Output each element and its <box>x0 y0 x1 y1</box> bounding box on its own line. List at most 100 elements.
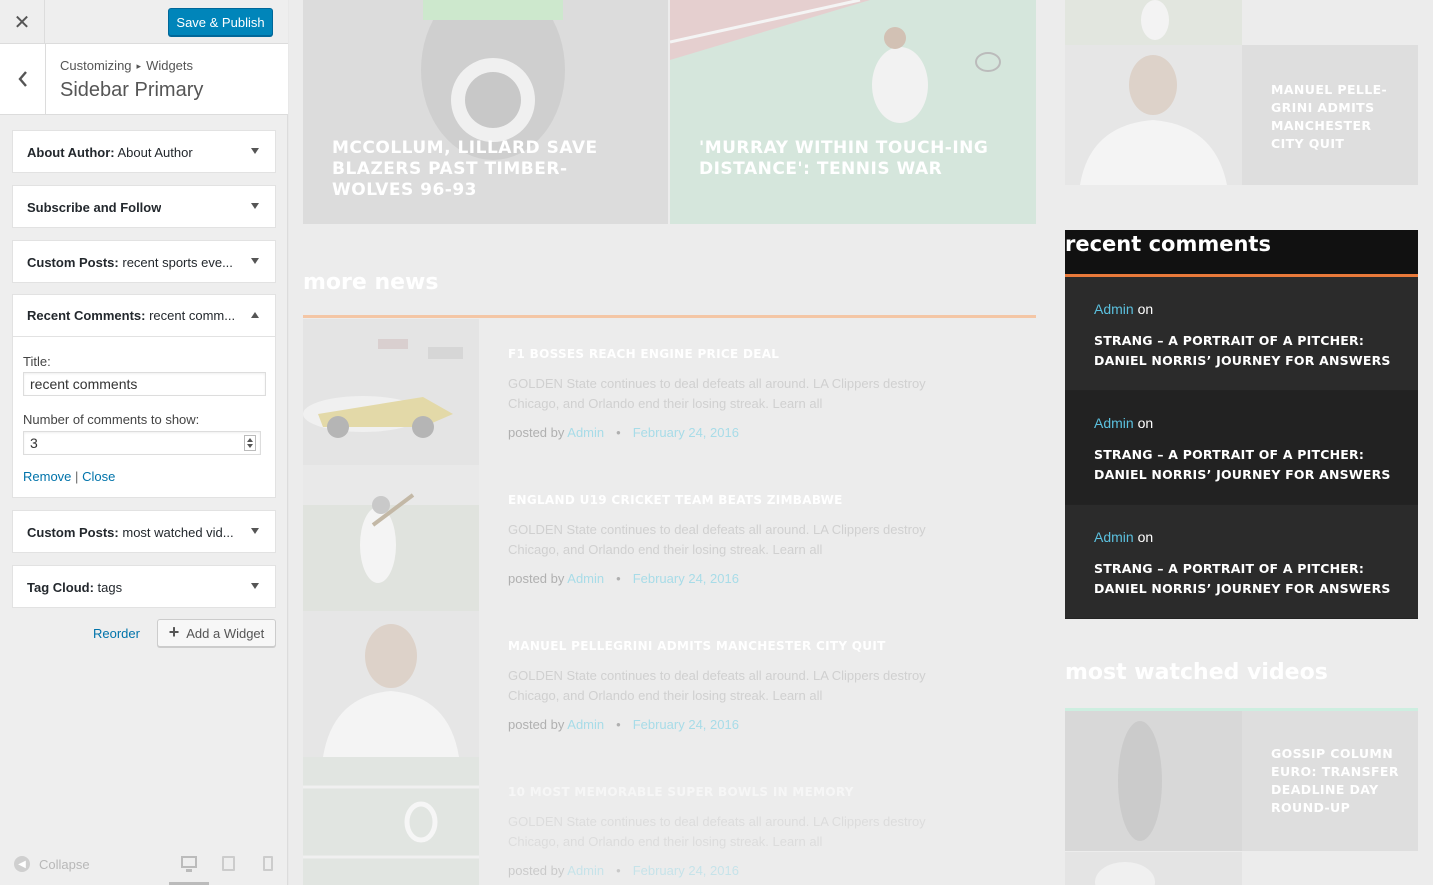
reorder-link[interactable]: Reorder <box>93 626 140 641</box>
customizer-header: ✕ Save & Publish <box>0 0 288 44</box>
meta-dot: • <box>616 717 621 732</box>
video-thumbnail <box>1065 711 1242 851</box>
comment-post-link[interactable]: STRANG – A PORTRAIT OF A PITCHER: DANIEL… <box>1094 445 1404 485</box>
news-title[interactable]: MANUEL PELLEGRINI ADMITS MANCHESTER CITY… <box>508 639 886 653</box>
expand-arrow-icon[interactable] <box>251 203 259 209</box>
meta-dot: • <box>616 571 621 586</box>
comment-on-label: on <box>1137 529 1154 545</box>
breadcrumb-separator-icon: ▸ <box>136 61 142 71</box>
expand-arrow-icon[interactable] <box>251 583 259 589</box>
video-thumbnail-partial[interactable] <box>1065 852 1242 885</box>
widget-subscribe-follow[interactable]: Subscribe and Follow <box>12 185 276 228</box>
comment-item: Admin on STRANG – A PORTRAIT OF A PITCHE… <box>1065 391 1418 504</box>
comment-on-label: on <box>1137 415 1154 431</box>
author-link[interactable]: Admin <box>567 571 604 586</box>
expand-arrow-icon[interactable] <box>251 528 259 534</box>
author-link[interactable]: Admin <box>567 863 604 878</box>
side-post-title[interactable]: MANUEL PELLE-GRINI ADMITS MANCHESTER CIT… <box>1271 81 1401 153</box>
save-publish-button[interactable]: Save & Publish <box>168 8 273 36</box>
close-icon: ✕ <box>13 11 31 34</box>
close-link[interactable]: Close <box>82 469 115 484</box>
side-post-image-partial[interactable] <box>1065 0 1242 45</box>
date-link[interactable]: February 24, 2016 <box>633 863 739 878</box>
date-link[interactable]: February 24, 2016 <box>633 425 739 440</box>
widget-custom-posts-recent[interactable]: Custom Posts: recent sports eve... <box>12 240 276 283</box>
desktop-preview-icon[interactable] <box>181 856 197 872</box>
comment-item: Admin on STRANG – A PORTRAIT OF A PITCHE… <box>1065 505 1418 618</box>
widget-custom-posts-videos[interactable]: Custom Posts: most watched vid... <box>12 510 276 553</box>
breadcrumb: Customizing ▸ Widgets <box>60 58 193 73</box>
widget-recent-comments-header[interactable]: Recent Comments: recent comm... <box>13 295 275 337</box>
comment-on-label: on <box>1137 301 1154 317</box>
posted-by-label: posted by <box>508 425 565 440</box>
mobile-preview-icon[interactable] <box>263 856 273 871</box>
comment-count-label: Number of comments to show: <box>23 412 200 427</box>
widget-type: Subscribe and Follow <box>27 199 162 215</box>
news-meta: posted by Admin • February 24, 2016 <box>508 425 739 440</box>
meta-dot: • <box>616 863 621 878</box>
news-item[interactable]: F1 BOSSES REACH ENGINE PRICE DEAL GOLDEN… <box>303 319 1036 465</box>
widget-name: recent sports eve... <box>122 254 233 270</box>
news-thumbnail[interactable] <box>303 465 479 611</box>
featured-post[interactable]: 'MURRAY WITHIN TOUCH-ING DISTANCE': TENN… <box>670 0 1036 224</box>
featured-post[interactable]: MCCOLLUM, LILLARD SAVE BLAZERS PAST TIMB… <box>303 0 668 224</box>
collapse-arrow-icon[interactable] <box>251 312 259 318</box>
chevron-left-icon <box>17 71 27 87</box>
site-preview: MCCOLLUM, LILLARD SAVE BLAZERS PAST TIMB… <box>289 0 1433 885</box>
section-header: Customizing ▸ Widgets Sidebar Primary <box>0 44 288 115</box>
collapse-button[interactable]: ◀ Collapse <box>14 856 90 872</box>
meta-dot: • <box>616 425 621 440</box>
add-widget-button[interactable]: + Add a Widget <box>157 619 276 647</box>
comment-author-link[interactable]: Admin <box>1094 529 1134 545</box>
widget-name: tags <box>97 579 123 595</box>
tablet-preview-icon[interactable] <box>222 856 235 871</box>
recent-comments-widget: recent comments Admin on STRANG – A PORT… <box>1065 230 1418 619</box>
news-item[interactable]: MANUEL PELLEGRINI ADMITS MANCHESTER CITY… <box>303 611 1036 757</box>
comment-author-link[interactable]: Admin <box>1094 415 1134 431</box>
widget-about-author[interactable]: About Author: About Author <box>12 130 276 173</box>
author-link[interactable]: Admin <box>567 717 604 732</box>
comment-post-link[interactable]: STRANG – A PORTRAIT OF A PITCHER: DANIEL… <box>1094 331 1404 371</box>
news-title[interactable]: F1 BOSSES REACH ENGINE PRICE DEAL <box>508 347 779 361</box>
comment-post-link[interactable]: STRANG – A PORTRAIT OF A PITCHER: DANIEL… <box>1094 559 1404 599</box>
comment-author-link[interactable]: Admin <box>1094 301 1134 317</box>
title-input[interactable]: recent comments <box>23 372 266 396</box>
video-post-title[interactable]: GOSSIP COLUMN EURO: TRANSFER DEADLINE DA… <box>1271 745 1406 817</box>
widget-name: About Author <box>117 144 193 160</box>
remove-link[interactable]: Remove <box>23 469 71 484</box>
comment-count-input[interactable]: 3 <box>23 431 261 455</box>
news-meta: posted by Admin • February 24, 2016 <box>508 571 739 586</box>
date-link[interactable]: February 24, 2016 <box>633 717 739 732</box>
featured-post-title[interactable]: 'MURRAY WITHIN TOUCH-ING DISTANCE': TENN… <box>699 138 989 180</box>
back-button[interactable] <box>0 44 46 114</box>
expand-arrow-icon[interactable] <box>251 148 259 154</box>
author-link[interactable]: Admin <box>567 425 604 440</box>
date-link[interactable]: February 24, 2016 <box>633 571 739 586</box>
news-title[interactable]: 10 MOST MEMORABLE SUPER BOWLS IN MEMORY <box>508 785 854 799</box>
widget-type: Tag Cloud: <box>27 579 94 595</box>
number-spinner-icon[interactable] <box>244 435 256 451</box>
widget-tag-cloud[interactable]: Tag Cloud: tags <box>12 565 276 608</box>
side-post[interactable]: MANUEL PELLE-GRINI ADMITS MANCHESTER CIT… <box>1065 45 1418 185</box>
news-item[interactable]: ENGLAND U19 CRICKET TEAM BEATS ZIMBABWE … <box>303 465 1036 611</box>
collapse-label: Collapse <box>39 856 90 872</box>
side-post-image <box>1065 45 1242 185</box>
featured-post-title[interactable]: MCCOLLUM, LILLARD SAVE BLAZERS PAST TIMB… <box>332 138 622 201</box>
posted-by-label: posted by <box>508 863 565 878</box>
customizer-footer: ◀ Collapse <box>0 842 288 885</box>
comment-item: Admin on STRANG – A PORTRAIT OF A PITCHE… <box>1065 277 1418 390</box>
close-customizer-button[interactable]: ✕ <box>0 0 45 44</box>
posted-by-label: posted by <box>508 571 565 586</box>
widget-type: Custom Posts: <box>27 524 119 540</box>
news-thumbnail[interactable] <box>303 611 479 757</box>
title-label: Title: <box>23 354 51 369</box>
news-thumbnail[interactable] <box>303 757 479 885</box>
news-item[interactable]: 10 MOST MEMORABLE SUPER BOWLS IN MEMORY … <box>303 757 1036 885</box>
news-thumbnail[interactable] <box>303 319 479 465</box>
featured-image <box>670 0 1036 224</box>
news-title[interactable]: ENGLAND U19 CRICKET TEAM BEATS ZIMBABWE <box>508 493 843 507</box>
expand-arrow-icon[interactable] <box>251 258 259 264</box>
news-meta: posted by Admin • February 24, 2016 <box>508 863 739 878</box>
video-post[interactable]: GOSSIP COLUMN EURO: TRANSFER DEADLINE DA… <box>1065 711 1418 851</box>
widget-type: Custom Posts: <box>27 254 119 270</box>
